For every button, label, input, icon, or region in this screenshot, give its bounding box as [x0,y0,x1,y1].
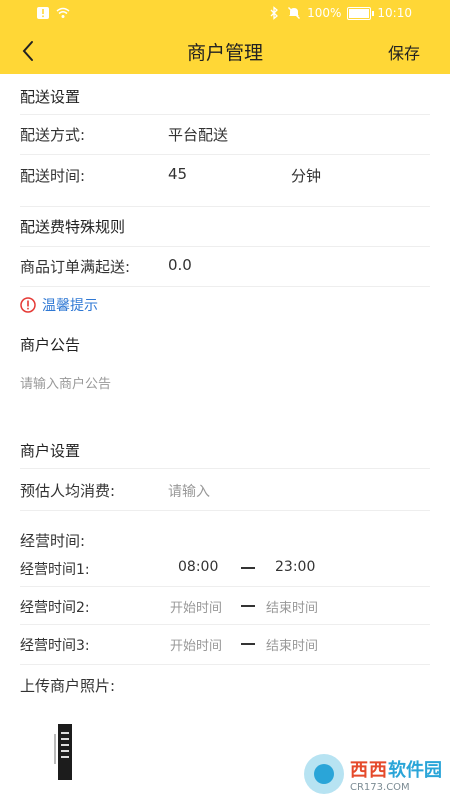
merchant-photo-thumbnail[interactable] [52,722,78,782]
divider [20,154,430,155]
min-order-label: 商品订单满起送: [20,258,131,276]
dash-separator [241,643,255,645]
watermark-text: 软件园 [388,759,442,781]
hours-1-end[interactable]: 23:00 [275,559,315,575]
battery-icon [347,6,375,20]
delivery-time-label: 配送时间: [20,167,86,185]
delivery-method-value[interactable]: 平台配送 [168,124,228,145]
divider [20,468,430,469]
divider [20,114,430,115]
avg-spend-label: 预估人均消费: [20,482,116,500]
warm-tip-label: 温馨提示 [42,298,98,314]
avg-spend-input[interactable]: 请输入 [168,481,210,501]
notice-input[interactable]: 请输入商户公告 [20,373,111,392]
fee-rules-section-title: 配送费特殊规则 [20,218,126,236]
warning-icon [20,297,36,313]
battery-percent: 100% [307,6,342,20]
status-bar: 100% 10:10 [0,0,450,28]
hours-2-label: 经营时间2: [20,600,90,616]
wifi-icon [56,7,70,18]
delivery-time-input[interactable]: 45 [168,165,187,183]
divider [20,286,430,287]
nav-bar: 商户管理 保存 [0,30,450,70]
save-button[interactable]: 保存 [388,40,420,64]
site-watermark: 西西软件园 CR173.COM [304,754,442,794]
mute-icon [288,7,301,19]
warm-tip-link[interactable]: 温馨提示 [20,295,98,315]
bluetooth-icon [270,6,279,20]
dash-separator [241,605,255,607]
app-header: 100% 10:10 商户管理 保存 [0,0,450,74]
divider [20,664,430,665]
hours-3-end[interactable]: 结束时间 [266,635,318,654]
hours-2-end[interactable]: 结束时间 [266,597,318,616]
status-right: 100% 10:10 [267,6,412,20]
hours-1-label: 经营时间1: [20,562,90,578]
divider [20,624,430,625]
delivery-time-unit: 分钟 [291,167,322,185]
upload-photo-label: 上传商户照片: [20,677,116,695]
hours-2-start[interactable]: 开始时间 [170,597,222,616]
page-title: 商户管理 [186,42,263,64]
divider [20,246,430,247]
clock: 10:10 [377,6,412,20]
delivery-method-label: 配送方式: [20,126,86,144]
notice-section-title: 商户公告 [20,336,81,354]
status-left [36,6,70,20]
hours-3-start[interactable]: 开始时间 [170,635,222,654]
watermark-logo-icon [304,754,344,794]
watermark-sub: CR173.COM [350,781,410,793]
hours-1-start[interactable]: 08:00 [178,559,218,575]
watermark-brand: 西西 [350,759,388,781]
dash-separator [241,567,255,569]
divider [20,510,430,511]
alert-icon [37,7,49,19]
divider [20,206,430,207]
hours-3-label: 经营时间3: [20,638,90,654]
delivery-section-title: 配送设置 [20,88,81,106]
divider [20,586,430,587]
business-hours-title: 经营时间: [20,532,86,550]
merchant-section-title: 商户设置 [20,442,81,460]
min-order-input[interactable]: 0.0 [168,256,192,274]
